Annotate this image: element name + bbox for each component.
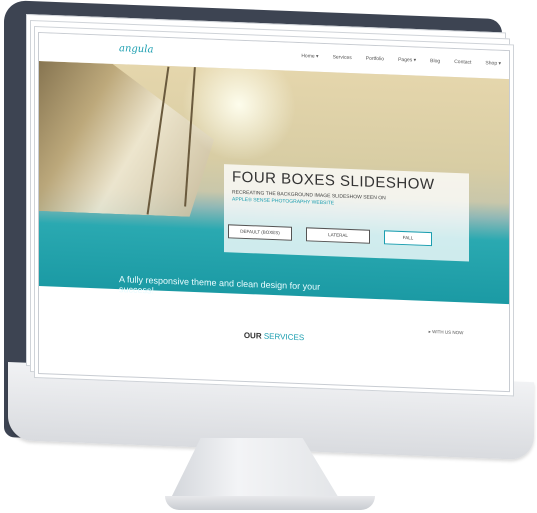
nav-menu: Home ▾ Services Portfolio Pages ▾ Blog C… — [301, 53, 501, 67]
hero-slideshow: FOUR BOXES SLIDESHOW RECREATING THE BACK… — [39, 61, 509, 342]
nav-item-pages[interactable]: Pages ▾ — [398, 57, 416, 64]
tagline: A fully responsive theme and clean desig… — [119, 274, 321, 296]
lateral-button[interactable]: LATERAL — [306, 227, 370, 244]
hero-subtitle: RECREATING THE BACKGROUND IMAGE SLIDESHO… — [232, 189, 386, 209]
nav-item-shop[interactable]: Shop ▾ — [485, 60, 501, 67]
nav-item-blog[interactable]: Blog — [430, 58, 440, 64]
nav-item-services[interactable]: Services — [333, 54, 352, 61]
slide-buttons: DEFAULT (BOXES) LATERAL FALL — [224, 224, 469, 247]
nav-item-portfolio[interactable]: Portfolio — [366, 56, 384, 63]
site-logo[interactable]: angula — [119, 43, 153, 55]
website-screen: angula Home ▾ Services Portfolio Pages ▾… — [38, 32, 510, 393]
monitor-stand-foot — [165, 496, 375, 510]
default-boxes-button[interactable]: DEFAULT (BOXES) — [228, 224, 292, 241]
nav-item-contact[interactable]: Contact — [454, 59, 471, 66]
nav-item-home[interactable]: Home ▾ — [301, 53, 318, 60]
services-heading-accent: SERVICES — [263, 331, 305, 343]
hero-title: FOUR BOXES SLIDESHOW — [232, 168, 435, 194]
sun-glare — [179, 66, 299, 162]
services-heading-bold: OUR — [243, 330, 262, 341]
stage: angula Home ▾ Services Portfolio Pages ▾… — [0, 0, 537, 513]
fall-button[interactable]: FALL — [384, 230, 432, 247]
slide-caption: FOUR BOXES SLIDESHOW RECREATING THE BACK… — [224, 164, 469, 262]
